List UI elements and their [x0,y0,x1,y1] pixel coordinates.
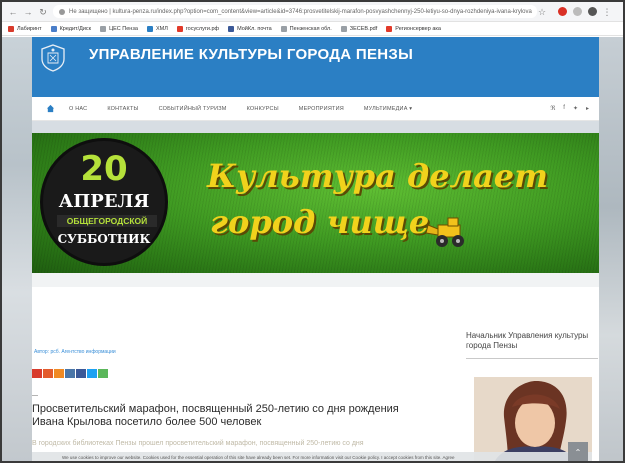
badge-month: АПРЕЛЯ [58,191,150,212]
coat-of-arms-logo[interactable] [38,43,68,73]
bookmark-label: Кредит/Диск [59,25,92,32]
page-icon [280,25,287,32]
back-icon[interactable]: ← [8,7,18,17]
rss-icon[interactable]: ℜ [550,105,555,112]
site-title[interactable]: УПРАВЛЕНИЕ КУЛЬТУРЫ ГОРОДА ПЕНЗЫ [89,46,413,63]
chevron-up-icon: ⌃ [574,448,582,457]
bookmark-item[interactable]: ЗЕСЕВ.pdf [340,25,378,32]
article-meta[interactable]: Автор: рсб. Агентство информации [34,349,116,355]
share-whatsapp-icon[interactable] [98,369,108,378]
bookmark-red-icon [8,25,14,32]
bookmark-label: Пензенская обл. [289,25,332,32]
nav-item-contacts[interactable]: КОНТАКТЫ [107,106,138,112]
page-icon [100,25,107,32]
twitter-icon[interactable]: ✦ [573,105,578,112]
social-links: ℜ f ✦ ▸ [550,105,589,112]
separator-dash: — [32,393,38,399]
badge-day: 20 [80,149,128,189]
nav-item-about[interactable]: О НАС [69,106,87,112]
bookmark-label: ЦЕС Пенза [109,25,138,32]
share-buttons [32,369,108,378]
share-odnoklassniki-icon[interactable] [54,369,64,378]
bookmarks-bar: Лабиринт Кредит/Диск ЦЕС Пенза ХМЛ госуслуги… [2,22,623,36]
reload-icon[interactable]: ↻ [38,7,48,17]
bookmark-label: ХМЛ [155,25,168,32]
share-vk-icon[interactable] [65,369,75,378]
background-photo-left [2,37,32,461]
yandex-icon [176,25,183,32]
bookmark-label: МойКл. почта [237,25,272,32]
sidebar-divider [466,358,598,359]
bookmark-label: Лабиринт [17,25,42,32]
share-twitter-icon[interactable] [87,369,97,378]
bookmark-item[interactable]: Регионсервер ака [386,25,441,32]
bookmark-item[interactable]: госуслуги.рф [176,25,220,32]
extension-icon-2[interactable] [573,7,582,16]
folder-icon [50,25,57,32]
slogan-line-1: Культура делает [207,157,549,195]
forward-icon[interactable]: → [23,7,33,17]
nav-item-event-tourism[interactable]: СОБЫТИЙНЫЙ ТУРИЗМ [159,106,227,112]
nav-item-events[interactable]: МЕРОПРИЯТИЯ [299,106,344,112]
bookmark-item[interactable]: МойКл. почта [228,25,272,32]
cookie-banner[interactable]: We use cookies to improve our website. C… [32,452,592,461]
home-icon[interactable] [46,104,55,113]
bookmark-item[interactable]: ЦЕС Пенза [100,25,138,32]
share-ok-icon[interactable] [43,369,53,378]
star-icon[interactable]: ☆ [537,7,547,17]
address-bar[interactable]: Не защищено | kultura-penza.ru/index.php… [53,5,537,18]
bookmark-item[interactable]: Кредит/Диск [50,25,92,32]
nav-item-contests[interactable]: КОНКУРСЫ [247,106,279,112]
slogan-line-2: город чище [210,203,430,241]
mail-icon [228,25,235,32]
bookmark-item[interactable]: ХМЛ [146,25,168,32]
web-page: УПРАВЛЕНИЕ КУЛЬТУРЫ ГОРОДА ПЕНЗЫ О НАС К… [2,37,623,461]
article-headline[interactable]: Просветительский марафон, посвященный 25… [32,403,432,429]
nav-item-multimedia[interactable]: МУЛЬТИМЕДИА ▾ [364,106,412,112]
address-text: Не защищено | kultura-penza.ru/index.php… [69,8,532,15]
main-content: Автор: рсб. Агентство информации — Просв… [32,287,599,461]
info-icon[interactable] [59,8,65,15]
page-icon [340,25,347,32]
browser-toolbar: ← → ↻ Не защищено | kultura-penza.ru/ind… [2,2,623,22]
bookmark-label: ЗЕСЕВ.pdf [349,25,378,32]
tractor-icon [425,217,464,247]
s-icon [386,25,393,32]
subbotnik-banner[interactable]: 20 АПРЕЛЯ ОБЩЕГОРОДСКОЙ СУББОТНИК Культу… [32,133,599,273]
share-facebook-icon[interactable] [76,369,86,378]
badge-event: СУББОТНИК [57,232,151,246]
youtube-icon[interactable]: ▸ [586,105,589,112]
date-badge: 20 АПРЕЛЯ ОБЩЕГОРОДСКОЙ СУББОТНИК [40,138,168,266]
background-photo-right [599,37,623,461]
main-nav: О НАС КОНТАКТЫ СОБЫТИЙНЫЙ ТУРИЗМ КОНКУРС… [32,97,599,121]
divider [32,273,599,287]
bookmark-label: госуслуги.рф [185,25,220,32]
profile-icon[interactable] [588,7,597,16]
sidebar-title: Начальник Управления культуры города Пен… [466,331,589,350]
bookmark-label: Регионсервер ака [395,25,441,32]
article-lead: В городских библиотеках Пензы прошел про… [32,440,364,447]
bookmark-item[interactable]: Пензенская обл. [280,25,332,32]
scroll-top-button[interactable]: ⌃ [568,442,588,461]
site-header: УПРАВЛЕНИЕ КУЛЬТУРЫ ГОРОДА ПЕНЗЫ [32,37,599,97]
browser-window: ← → ↻ Не защищено | kultura-penza.ru/ind… [0,0,625,463]
facebook-icon[interactable]: f [563,105,565,112]
share-email-icon[interactable] [32,369,42,378]
extension-icon[interactable] [558,7,567,16]
bookmark-item[interactable]: Лабиринт [8,25,42,32]
menu-icon[interactable]: ⋮ [602,7,612,17]
badge-subtitle: ОБЩЕГОРОДСКОЙ [57,215,157,227]
globe-icon [146,25,153,32]
